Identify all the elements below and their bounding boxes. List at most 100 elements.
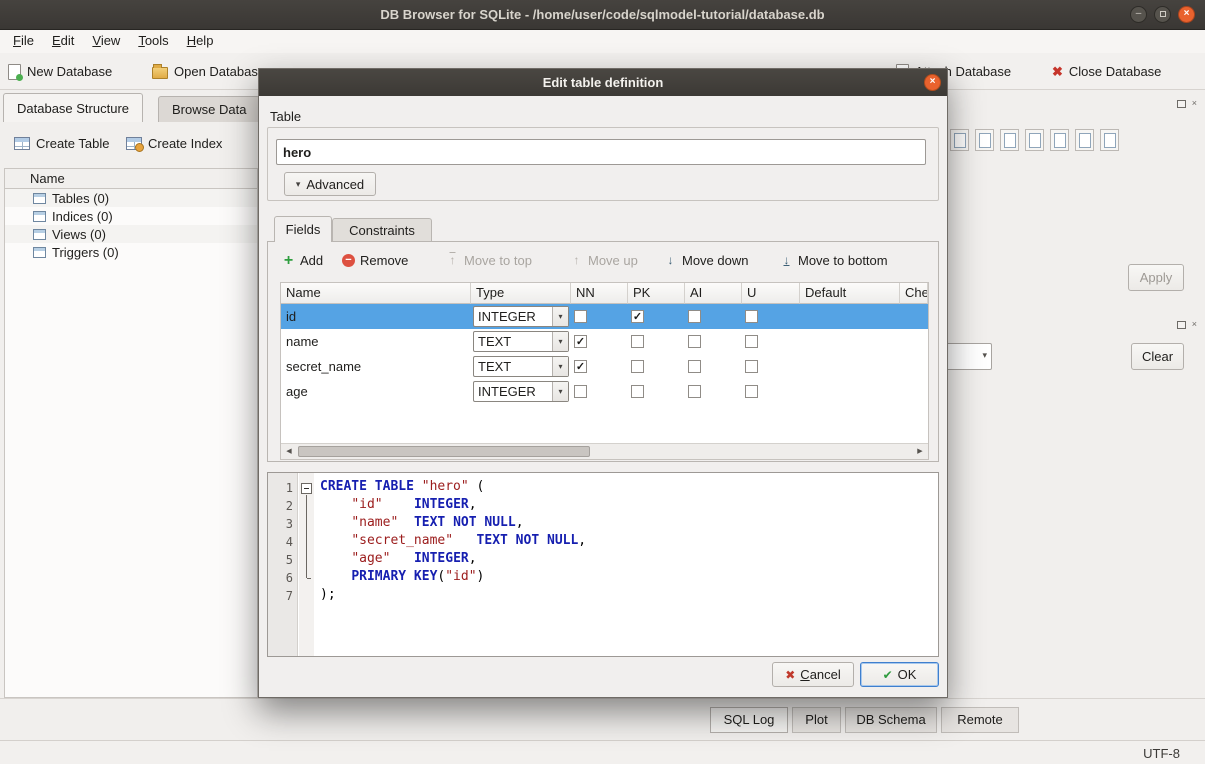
- bottom-tab-sql-log[interactable]: SQL Log: [710, 707, 788, 733]
- u-checkbox[interactable]: [745, 310, 758, 323]
- grid-header: NameTypeNNPKAIUDefaultCheck: [281, 283, 928, 304]
- menu-view[interactable]: View: [83, 30, 129, 53]
- pk-checkbox[interactable]: [631, 385, 644, 398]
- window-titlebar[interactable]: DB Browser for SQLite - /home/user/code/…: [0, 0, 1205, 30]
- bottom-tab-db-schema[interactable]: DB Schema: [845, 707, 937, 733]
- column-header-nn[interactable]: NN: [571, 283, 628, 304]
- type-combobox[interactable]: INTEGER▾: [473, 381, 569, 402]
- menu-file[interactable]: File: [4, 30, 43, 53]
- column-header-u[interactable]: U: [742, 283, 800, 304]
- create-table-button[interactable]: Create Table: [8, 132, 115, 155]
- maximize-button[interactable]: [1154, 6, 1171, 23]
- u-checkbox[interactable]: [745, 360, 758, 373]
- minimize-button[interactable]: –: [1130, 6, 1147, 23]
- move-to-bottom-button[interactable]: ↓Move to bottom: [780, 248, 888, 272]
- panel-icon[interactable]: [1025, 129, 1044, 151]
- nn-checkbox[interactable]: ✓: [574, 335, 587, 348]
- type-combobox[interactable]: INTEGER▾: [473, 306, 569, 327]
- sql-token: ,: [469, 551, 477, 566]
- tree-item-views-0[interactable]: Views (0): [5, 225, 257, 243]
- menu-edit[interactable]: Edit: [43, 30, 83, 53]
- column-header-default[interactable]: Default: [800, 283, 900, 304]
- dialog-titlebar[interactable]: Edit table definition ×: [259, 69, 947, 96]
- close-database-button[interactable]: ✖ Close Database: [1052, 59, 1161, 84]
- bottom-tab-remote[interactable]: Remote: [941, 707, 1019, 733]
- type-value: TEXT: [474, 359, 552, 374]
- create-index-button[interactable]: Create Index: [120, 132, 228, 155]
- new-database-button[interactable]: New Database: [8, 59, 112, 84]
- dock-float-icon[interactable]: [1177, 321, 1186, 329]
- advanced-toggle-button[interactable]: ▾ Advanced: [284, 172, 376, 196]
- tab-fields[interactable]: Fields: [274, 216, 332, 242]
- remove-button[interactable]: −Remove: [342, 248, 408, 272]
- panel-icon[interactable]: [1075, 129, 1094, 151]
- cancel-button[interactable]: ✖ Cancel: [772, 662, 854, 687]
- tree-item-tables-0[interactable]: Tables (0): [5, 189, 257, 207]
- u-checkbox[interactable]: [745, 385, 758, 398]
- table-name-input[interactable]: hero: [276, 139, 926, 165]
- panel-icon[interactable]: [1000, 129, 1019, 151]
- field-name-cell: name: [281, 329, 471, 354]
- sql-token: [320, 551, 351, 566]
- fields-pane: +Add−Remove↑Move to top↑Move up↓Move dow…: [267, 241, 939, 462]
- menu-tools[interactable]: Tools: [129, 30, 177, 53]
- type-combobox[interactable]: TEXT▾: [473, 356, 569, 377]
- column-header-pk[interactable]: PK: [628, 283, 685, 304]
- ai-checkbox[interactable]: [688, 360, 701, 373]
- column-header-name[interactable]: Name: [281, 283, 471, 304]
- scrollbar-thumb[interactable]: [298, 446, 590, 457]
- panel-icon[interactable]: [1050, 129, 1069, 151]
- type-combobox[interactable]: TEXT▾: [473, 331, 569, 352]
- ok-label: OK: [898, 667, 917, 682]
- nn-checkbox[interactable]: [574, 310, 587, 323]
- panel-icon[interactable]: [1100, 129, 1119, 151]
- pk-checkbox[interactable]: [631, 335, 644, 348]
- tab-database-structure[interactable]: Database Structure: [3, 93, 143, 122]
- scroll-right-icon[interactable]: ▶: [912, 444, 928, 459]
- tab-constraints[interactable]: Constraints: [332, 218, 432, 242]
- field-row-id[interactable]: idINTEGER▾✓: [281, 304, 928, 329]
- panel-icon[interactable]: [975, 129, 994, 151]
- tree-item-indices-0[interactable]: Indices (0): [5, 207, 257, 225]
- sql-token: [320, 497, 351, 512]
- menu-help[interactable]: Help: [178, 30, 223, 53]
- move-down-button[interactable]: ↓Move down: [664, 248, 748, 272]
- open-database-button[interactable]: Open Database: [152, 59, 265, 84]
- field-row-secret-name[interactable]: secret_nameTEXT▾✓: [281, 354, 928, 379]
- dock-float-icon[interactable]: [1177, 100, 1186, 108]
- nn-checkbox[interactable]: [574, 385, 587, 398]
- add-button[interactable]: +Add: [282, 248, 323, 272]
- field-row-name[interactable]: nameTEXT▾ ✓: [281, 329, 928, 354]
- dialog-close-button[interactable]: ×: [924, 74, 941, 91]
- u-checkbox[interactable]: [745, 335, 758, 348]
- tab-browse-data[interactable]: Browse Data: [158, 96, 260, 122]
- checkbox-cell-ai: [685, 379, 742, 404]
- fold-collapse-icon[interactable]: [301, 483, 312, 494]
- column-header-type[interactable]: Type: [471, 283, 571, 304]
- scroll-left-icon[interactable]: ◀: [281, 444, 297, 459]
- move-bottom-icon: ↓: [780, 253, 793, 267]
- panel-icon[interactable]: [950, 129, 969, 151]
- field-row-age[interactable]: ageINTEGER▾: [281, 379, 928, 404]
- ok-button[interactable]: ✔ OK: [860, 662, 939, 687]
- column-header-ai[interactable]: AI: [685, 283, 742, 304]
- column-header-check[interactable]: Check: [900, 283, 928, 304]
- checkbox-cell-ai: [685, 329, 742, 354]
- clear-button[interactable]: Clear: [1131, 343, 1184, 370]
- ai-checkbox[interactable]: [688, 385, 701, 398]
- dock-close-icon[interactable]: ×: [1192, 320, 1197, 329]
- bottom-tab-plot[interactable]: Plot: [792, 707, 841, 733]
- pk-checkbox[interactable]: [631, 360, 644, 373]
- close-button[interactable]: ×: [1178, 6, 1195, 23]
- tree-item-triggers-0[interactable]: Triggers (0): [5, 243, 257, 261]
- dock-close-icon[interactable]: ×: [1192, 99, 1197, 108]
- apply-button[interactable]: Apply: [1128, 264, 1184, 291]
- sql-token: "secret_name": [351, 533, 453, 548]
- toolbtn-label: Add: [300, 253, 323, 268]
- horizontal-scrollbar[interactable]: ◀ ▶: [281, 443, 928, 459]
- pk-checkbox[interactable]: ✓: [631, 310, 644, 323]
- ai-checkbox[interactable]: [688, 310, 701, 323]
- ai-checkbox[interactable]: [688, 335, 701, 348]
- nn-checkbox[interactable]: ✓: [574, 360, 587, 373]
- tree-header-name[interactable]: Name: [5, 169, 257, 189]
